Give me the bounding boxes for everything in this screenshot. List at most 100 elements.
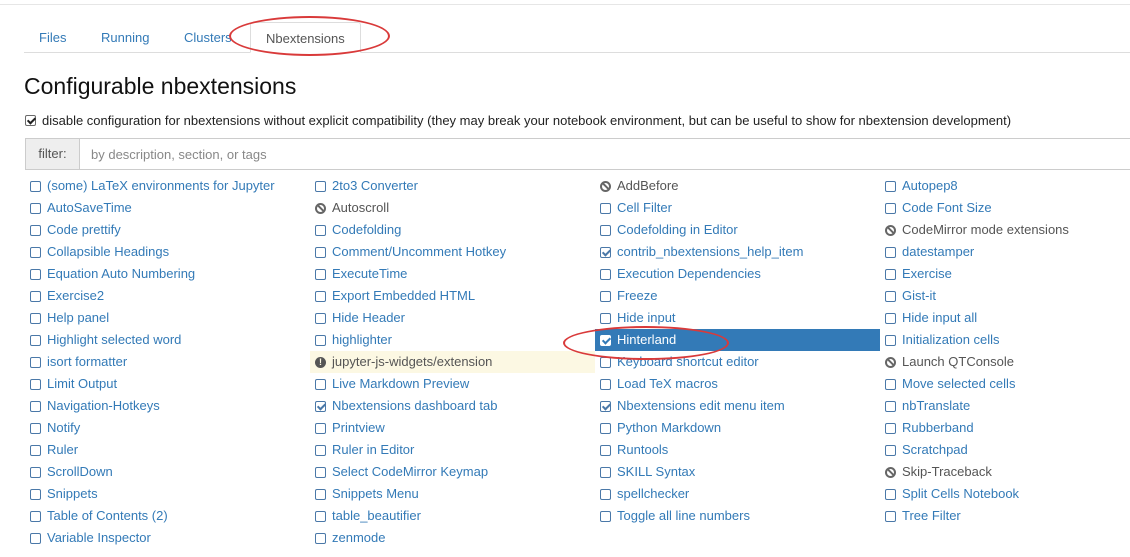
extension-item[interactable]: Initialization cells xyxy=(880,329,1130,351)
extension-item[interactable]: Navigation-Hotkeys xyxy=(25,395,310,417)
extension-item[interactable]: 2to3 Converter xyxy=(310,175,595,197)
extension-item[interactable]: Codefolding in Editor xyxy=(595,219,880,241)
extension-item[interactable]: Exercise2 xyxy=(25,285,310,307)
extension-item[interactable]: Export Embedded HTML xyxy=(310,285,595,307)
filter-label: filter: xyxy=(26,139,80,169)
extension-label: Move selected cells xyxy=(902,376,1016,391)
extension-item[interactable]: isort formatter xyxy=(25,351,310,373)
extension-item[interactable]: Ruler xyxy=(25,439,310,461)
extension-label: jupyter-js-widgets/extension xyxy=(332,354,493,369)
extension-item[interactable]: Launch QTConsole xyxy=(880,351,1130,373)
extension-item[interactable]: AutoSaveTime xyxy=(25,197,310,219)
extension-item[interactable]: Highlight selected word xyxy=(25,329,310,351)
unchecked-box-icon xyxy=(885,400,896,412)
extension-item[interactable]: Scratchpad xyxy=(880,439,1130,461)
unchecked-box-icon xyxy=(315,246,326,258)
unchecked-box-icon xyxy=(885,444,896,456)
unchecked-box-icon xyxy=(600,202,611,214)
extension-item[interactable]: Exercise xyxy=(880,263,1130,285)
extension-item[interactable]: Snippets xyxy=(25,483,310,505)
extension-item[interactable]: Printview xyxy=(310,417,595,439)
extension-item[interactable]: Limit Output xyxy=(25,373,310,395)
extension-item[interactable]: Python Markdown xyxy=(595,417,880,439)
extension-label: Notify xyxy=(47,420,81,435)
extension-item[interactable]: Notify xyxy=(25,417,310,439)
extension-item[interactable]: Nbextensions edit menu item xyxy=(595,395,880,417)
extension-item[interactable]: Hinterland xyxy=(595,329,880,351)
compat-checkbox-label: disable configuration for nbextensions w… xyxy=(42,113,1012,128)
extension-item[interactable]: spellchecker xyxy=(595,483,880,505)
unchecked-box-icon xyxy=(885,312,896,324)
extension-item[interactable]: Nbextensions dashboard tab xyxy=(310,395,595,417)
extension-item[interactable]: Toggle all line numbers xyxy=(595,505,880,527)
extension-item[interactable]: Hide input all xyxy=(880,307,1130,329)
extension-label: table_beautifier xyxy=(332,508,421,523)
extension-item[interactable]: Load TeX macros xyxy=(595,373,880,395)
extension-label: zenmode xyxy=(332,530,386,545)
unchecked-box-icon xyxy=(315,510,326,522)
extension-item[interactable]: Equation Auto Numbering xyxy=(25,263,310,285)
tab-running[interactable]: Running xyxy=(86,22,164,52)
extension-item[interactable]: Ruler in Editor xyxy=(310,439,595,461)
extension-item[interactable]: ExecuteTime xyxy=(310,263,595,285)
checked-box-icon xyxy=(600,400,611,412)
extension-item[interactable]: Live Markdown Preview xyxy=(310,373,595,395)
unchecked-box-icon xyxy=(315,422,326,434)
unchecked-box-icon xyxy=(30,202,41,214)
extension-item[interactable]: Autopep8 xyxy=(880,175,1130,197)
unchecked-box-icon xyxy=(30,532,41,544)
extension-item[interactable]: zenmode xyxy=(310,527,595,549)
extension-item[interactable]: CodeMirror mode extensions xyxy=(880,219,1130,241)
extension-label: spellchecker xyxy=(617,486,690,501)
extension-item[interactable]: SKILL Syntax xyxy=(595,461,880,483)
compat-checkbox-row[interactable]: disable configuration for nbextensions w… xyxy=(25,113,1011,128)
extension-label: Variable Inspector xyxy=(47,530,151,545)
extension-item[interactable]: Snippets Menu xyxy=(310,483,595,505)
extension-item[interactable]: Gist-it xyxy=(880,285,1130,307)
extension-item[interactable]: Runtools xyxy=(595,439,880,461)
unchecked-box-icon xyxy=(30,312,41,324)
tab-nbextensions[interactable]: Nbextensions xyxy=(250,22,361,53)
extension-item[interactable]: Move selected cells xyxy=(880,373,1130,395)
extension-item[interactable]: Autoscroll xyxy=(310,197,595,219)
extension-label: ScrollDown xyxy=(47,464,113,479)
extension-item[interactable]: Execution Dependencies xyxy=(595,263,880,285)
extension-item[interactable]: Rubberband xyxy=(880,417,1130,439)
extension-item[interactable]: Skip-Traceback xyxy=(880,461,1130,483)
extension-item[interactable]: Freeze xyxy=(595,285,880,307)
extension-item[interactable]: highlighter xyxy=(310,329,595,351)
extension-item[interactable]: Hide input xyxy=(595,307,880,329)
extension-item[interactable]: Variable Inspector xyxy=(25,527,310,549)
compat-checkbox[interactable] xyxy=(25,115,36,126)
extension-item[interactable]: ! jupyter-js-widgets/extension xyxy=(310,351,595,373)
extension-item[interactable]: datestamper xyxy=(880,241,1130,263)
extension-item[interactable]: Tree Filter xyxy=(880,505,1130,527)
extension-item[interactable]: Select CodeMirror Keymap xyxy=(310,461,595,483)
extension-item[interactable]: table_beautifier xyxy=(310,505,595,527)
extension-item[interactable]: nbTranslate xyxy=(880,395,1130,417)
extension-item[interactable]: contrib_nbextensions_help_item xyxy=(595,241,880,263)
extension-item[interactable]: (some) LaTeX environments for Jupyter xyxy=(25,175,310,197)
filter-input[interactable] xyxy=(80,139,1130,169)
extension-item[interactable]: Cell Filter xyxy=(595,197,880,219)
extension-item[interactable]: AddBefore xyxy=(595,175,880,197)
extension-item[interactable]: Help panel xyxy=(25,307,310,329)
tab-files[interactable]: Files xyxy=(24,22,81,52)
extension-item[interactable]: ScrollDown xyxy=(25,461,310,483)
extension-label: Runtools xyxy=(617,442,669,457)
extension-item[interactable]: Keyboard shortcut editor xyxy=(595,351,880,373)
unchecked-box-icon xyxy=(315,290,326,302)
extension-item[interactable]: Table of Contents (2) xyxy=(25,505,310,527)
extension-item[interactable]: Code Font Size xyxy=(880,197,1130,219)
extension-item[interactable]: Collapsible Headings xyxy=(25,241,310,263)
unchecked-box-icon xyxy=(315,488,326,500)
extension-item[interactable]: Hide Header xyxy=(310,307,595,329)
extension-item[interactable]: Code prettify xyxy=(25,219,310,241)
tab-bar: Files Running Clusters Nbextensions xyxy=(24,22,1130,53)
unchecked-box-icon xyxy=(885,180,896,192)
tab-clusters[interactable]: Clusters xyxy=(169,22,247,52)
extension-item[interactable]: Comment/Uncomment Hotkey xyxy=(310,241,595,263)
extension-item[interactable]: Codefolding xyxy=(310,219,595,241)
unchecked-box-icon xyxy=(30,488,41,500)
extension-item[interactable]: Split Cells Notebook xyxy=(880,483,1130,505)
